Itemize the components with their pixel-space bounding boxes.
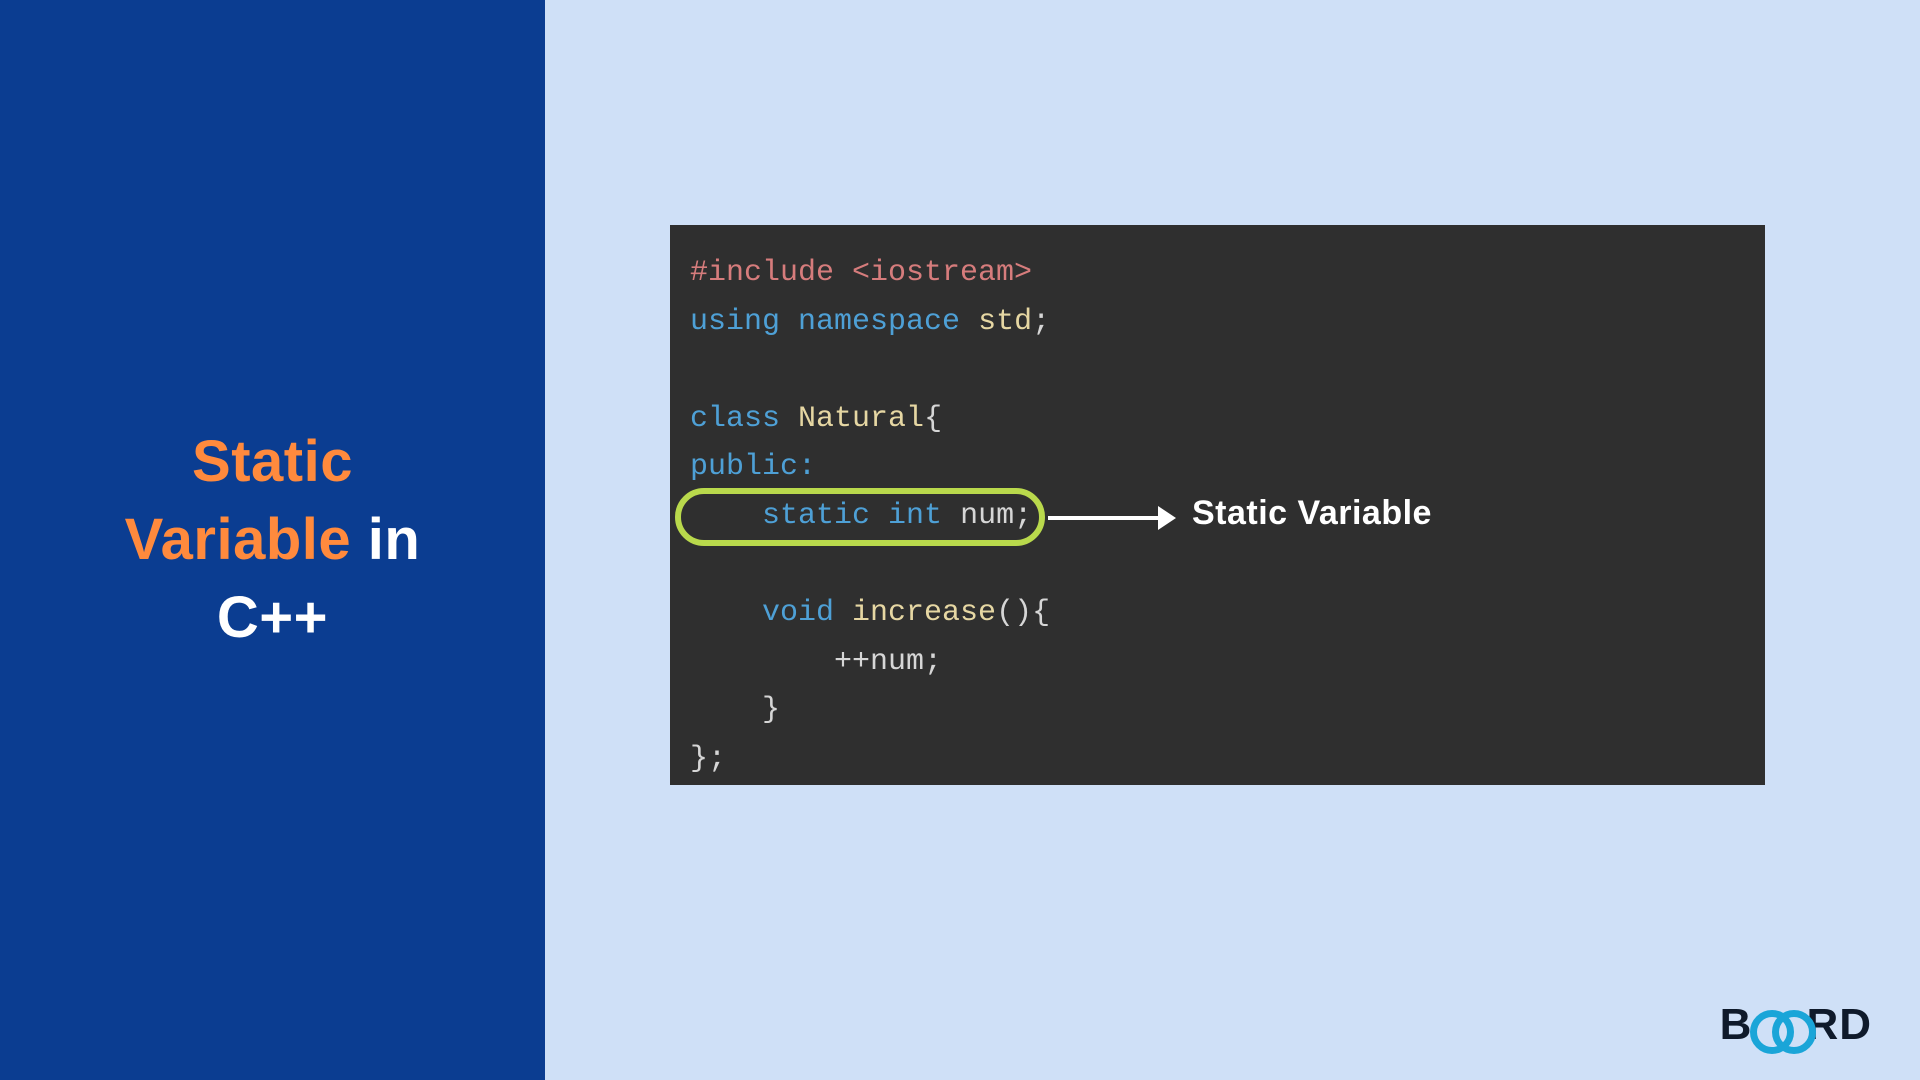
arrow-line xyxy=(1048,516,1163,520)
right-panel: #include <iostream> using namespace std;… xyxy=(545,0,1920,1080)
code-line-2: using namespace std; xyxy=(690,298,1745,347)
arrow-head-icon xyxy=(1158,506,1176,530)
title-line2-orange: Variable xyxy=(125,507,351,572)
highlight-oval xyxy=(675,488,1045,546)
title-line1: Static xyxy=(192,429,353,494)
code-line-8: void increase(){ xyxy=(690,589,1745,638)
left-panel: Static Variable in C++ xyxy=(0,0,545,1080)
title-line3: C++ xyxy=(217,585,328,650)
code-line-4: class Natural{ xyxy=(690,395,1745,444)
infinity-icon xyxy=(1750,1010,1808,1040)
code-line-10: } xyxy=(690,686,1745,735)
slide-title: Static Variable in C++ xyxy=(125,423,421,658)
code-line-9: ++num; xyxy=(690,638,1745,687)
code-line-5: public: xyxy=(690,443,1745,492)
title-line2-white: in xyxy=(351,507,420,572)
code-blank-1 xyxy=(690,346,1745,395)
code-blank-2 xyxy=(690,541,1745,590)
brand-logo: B RD xyxy=(1720,1000,1872,1050)
logo-letters-rd: RD xyxy=(1806,1000,1872,1050)
code-line-1: #include <iostream> xyxy=(690,249,1745,298)
logo-letter-b: B xyxy=(1720,1000,1753,1050)
annotation-label: Static Variable xyxy=(1192,494,1432,533)
code-line-11: }; xyxy=(690,735,1745,784)
